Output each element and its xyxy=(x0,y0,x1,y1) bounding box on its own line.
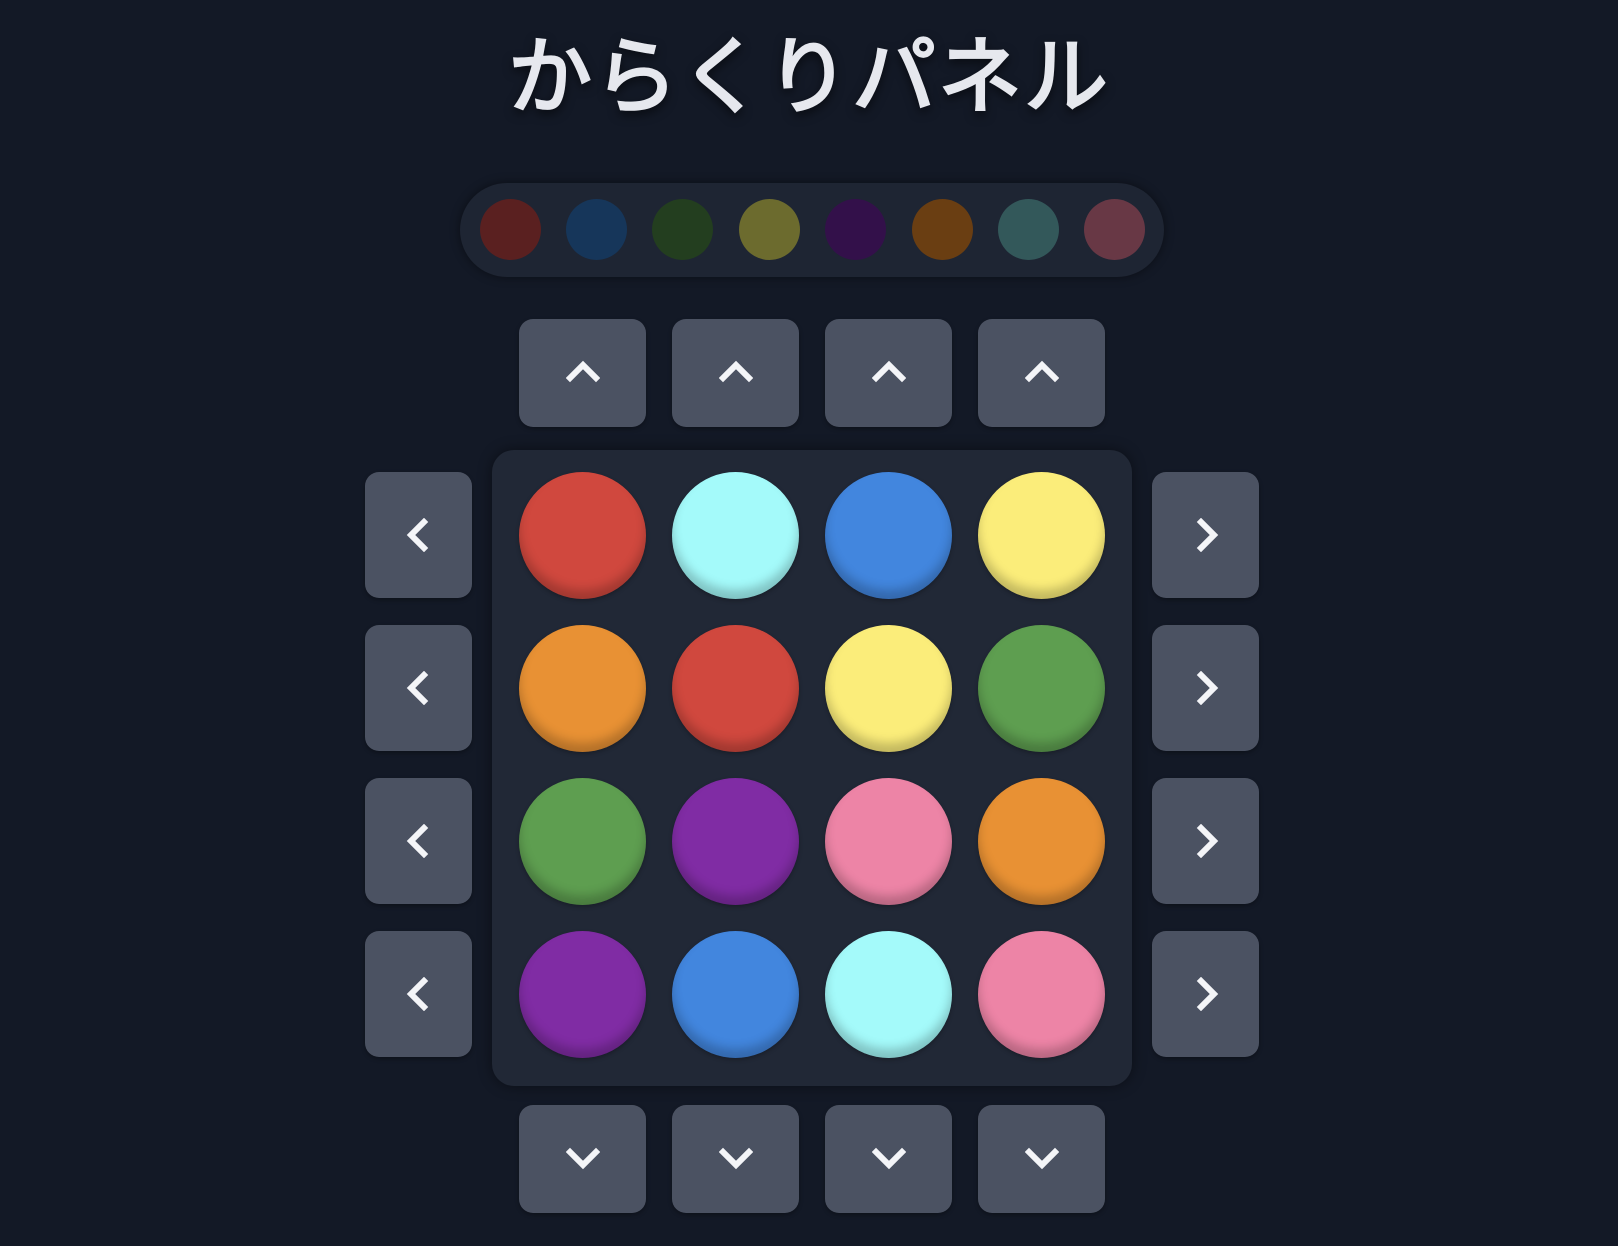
target-swatch-cyan xyxy=(998,199,1059,260)
chevron-left-icon xyxy=(402,518,436,552)
target-swatch-yellow xyxy=(739,199,800,260)
piece-purple-r3c2[interactable] xyxy=(672,778,799,905)
chevron-down-icon xyxy=(1024,1142,1059,1176)
piece-yellow-r2c3[interactable] xyxy=(825,625,952,752)
target-swatch-purple xyxy=(825,199,886,260)
target-swatch-pink xyxy=(1084,199,1145,260)
shift-column-2-down-button[interactable] xyxy=(672,1105,799,1213)
shift-column-2-up-button[interactable] xyxy=(672,319,799,427)
shift-row-2-left-button[interactable] xyxy=(365,625,472,751)
piece-green-r2c4[interactable] xyxy=(978,625,1105,752)
target-swatch-orange xyxy=(912,199,973,260)
shift-row-4-left-button[interactable] xyxy=(365,931,472,1057)
piece-orange-r3c4[interactable] xyxy=(978,778,1105,905)
shift-column-3-down-button[interactable] xyxy=(825,1105,952,1213)
chevron-left-icon xyxy=(402,977,436,1011)
shift-row-3-left-button[interactable] xyxy=(365,778,472,904)
shift-row-3-right-button[interactable] xyxy=(1152,778,1259,904)
chevron-down-icon xyxy=(718,1142,753,1176)
target-swatch-red xyxy=(480,199,541,260)
piece-cyan-r1c2[interactable] xyxy=(672,472,799,599)
chevron-left-icon xyxy=(402,824,436,858)
shift-row-1-left-button[interactable] xyxy=(365,472,472,598)
game-stage: からくりパネル xyxy=(0,0,1618,1246)
piece-pink-r3c3[interactable] xyxy=(825,778,952,905)
piece-cyan-r4c3[interactable] xyxy=(825,931,952,1058)
piece-red-r2c2[interactable] xyxy=(672,625,799,752)
chevron-up-icon xyxy=(871,356,906,390)
chevron-up-icon xyxy=(718,356,753,390)
piece-pink-r4c4[interactable] xyxy=(978,931,1105,1058)
chevron-left-icon xyxy=(402,671,436,705)
target-swatch-blue xyxy=(566,199,627,260)
piece-red-r1c1[interactable] xyxy=(519,472,646,599)
shift-column-3-up-button[interactable] xyxy=(825,319,952,427)
piece-blue-r1c3[interactable] xyxy=(825,472,952,599)
target-swatch-green xyxy=(652,199,713,260)
target-color-palette xyxy=(460,183,1164,277)
chevron-right-icon xyxy=(1189,977,1223,1011)
shift-column-4-down-button[interactable] xyxy=(978,1105,1105,1213)
shift-row-4-right-button[interactable] xyxy=(1152,931,1259,1057)
chevron-right-icon xyxy=(1189,671,1223,705)
piece-blue-r4c2[interactable] xyxy=(672,931,799,1058)
shift-column-1-down-button[interactable] xyxy=(519,1105,646,1213)
chevron-right-icon xyxy=(1189,824,1223,858)
piece-green-r3c1[interactable] xyxy=(519,778,646,905)
shift-column-4-up-button[interactable] xyxy=(978,319,1105,427)
chevron-down-icon xyxy=(871,1142,906,1176)
chevron-up-icon xyxy=(1024,356,1059,390)
chevron-down-icon xyxy=(565,1142,600,1176)
shift-column-1-up-button[interactable] xyxy=(519,319,646,427)
page-title: からくりパネル xyxy=(507,28,1110,126)
chevron-right-icon xyxy=(1189,518,1223,552)
piece-orange-r2c1[interactable] xyxy=(519,625,646,752)
piece-purple-r4c1[interactable] xyxy=(519,931,646,1058)
shift-row-2-right-button[interactable] xyxy=(1152,625,1259,751)
chevron-up-icon xyxy=(565,356,600,390)
piece-yellow-r1c4[interactable] xyxy=(978,472,1105,599)
shift-row-1-right-button[interactable] xyxy=(1152,472,1259,598)
